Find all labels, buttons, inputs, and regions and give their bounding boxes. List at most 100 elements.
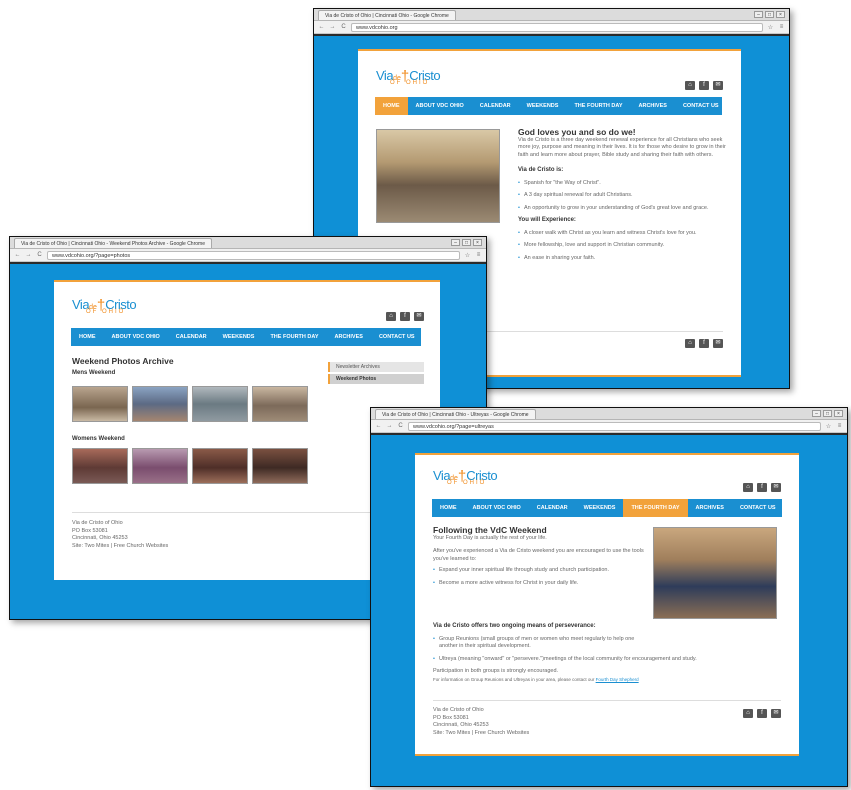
site-logo[interactable]: Viade†Cristo OF OHIO — [72, 296, 137, 315]
nav-archives[interactable]: ARCHIVES — [688, 499, 732, 517]
footer-site-credit[interactable]: Site: Two Mites | Free Church Websites — [433, 730, 529, 738]
nav-archives[interactable]: ARCHIVES — [631, 97, 675, 115]
address-bar[interactable]: www.vdcohio.org — [351, 22, 763, 32]
nav-about[interactable]: ABOUT VDC OHIO — [465, 499, 529, 517]
home-icon[interactable]: ⌂ — [743, 709, 753, 718]
mens-weekend-heading: Mens Weekend — [72, 369, 116, 376]
nav-about[interactable]: ABOUT VDC OHIO — [104, 328, 168, 346]
footer-po-box: PO Box 53081 — [433, 714, 469, 721]
mens-photo-4[interactable] — [252, 386, 308, 422]
star-icon[interactable]: ☆ — [464, 252, 471, 259]
nav-fourth-day[interactable]: THE FOURTH DAY — [623, 499, 688, 517]
info-text: For information on Group Reunions and Ul… — [433, 676, 639, 682]
browser-tab[interactable]: Via de Cristo of Ohio | Cincinnati Ohio … — [375, 408, 536, 419]
browser-toolbar: ← → C www.vdcohio.org/?page=ultreyas ☆ ≡ — [371, 420, 847, 433]
mail-icon[interactable]: ✉ — [414, 312, 424, 321]
menu-icon[interactable]: ≡ — [836, 423, 843, 429]
reload-icon[interactable]: C — [340, 24, 347, 30]
reload-icon[interactable]: C — [397, 423, 404, 429]
mail-icon[interactable]: ✉ — [713, 339, 723, 348]
nav-calendar[interactable]: CALENDAR — [472, 97, 519, 115]
browser-tab[interactable]: Via de Cristo of Ohio | Cincinnati Ohio … — [14, 237, 212, 248]
facebook-icon[interactable]: f — [699, 81, 709, 90]
sidebar-item-newsletter[interactable]: Newsletter Archives — [328, 362, 424, 372]
forward-icon[interactable]: → — [329, 24, 336, 30]
nav-home[interactable]: HOME — [432, 499, 465, 517]
home-icon[interactable]: ⌂ — [685, 81, 695, 90]
browser-window-ultreya: Via de Cristo of Ohio | Cincinnati Ohio … — [370, 407, 848, 787]
social-links: ⌂ f ✉ — [386, 312, 424, 321]
menu-icon[interactable]: ≡ — [778, 24, 785, 30]
forward-icon[interactable]: → — [386, 423, 393, 429]
footer-site-credit[interactable]: Site: Two Mites | Free Church Websites — [72, 543, 168, 551]
maximize-icon[interactable]: □ — [765, 11, 774, 18]
maximize-icon[interactable]: □ — [823, 410, 832, 417]
list-item: Group Reunions (small groups of men or w… — [433, 636, 653, 651]
womens-photo-2[interactable] — [132, 448, 188, 484]
minimize-icon[interactable]: – — [754, 11, 763, 18]
nav-weekends[interactable]: WEEKENDS — [519, 97, 567, 115]
mens-photo-3[interactable] — [192, 386, 248, 422]
womens-photo-3[interactable] — [192, 448, 248, 484]
site-logo[interactable]: Viade†Cristo OF OHIO — [433, 467, 498, 486]
forward-icon[interactable]: → — [25, 252, 32, 258]
facebook-icon[interactable]: f — [699, 339, 709, 348]
menu-icon[interactable]: ≡ — [475, 252, 482, 258]
reload-icon[interactable]: C — [36, 252, 43, 258]
nav-contact[interactable]: CONTACT US — [675, 97, 727, 115]
mens-photo-2[interactable] — [132, 386, 188, 422]
main-nav: HOME ABOUT VDC OHIO CALENDAR WEEKENDS TH… — [71, 328, 421, 346]
facebook-icon[interactable]: f — [400, 312, 410, 321]
close-icon[interactable]: × — [834, 410, 843, 417]
facebook-icon[interactable]: f — [757, 483, 767, 492]
home-icon[interactable]: ⌂ — [386, 312, 396, 321]
back-icon[interactable]: ← — [375, 423, 382, 429]
ultreya-lower-text: Via de Cristo offers two ongoing means o… — [433, 623, 779, 683]
star-icon[interactable]: ☆ — [825, 423, 832, 430]
nav-weekends[interactable]: WEEKENDS — [576, 499, 624, 517]
womens-photo-4[interactable] — [252, 448, 308, 484]
browser-tab[interactable]: Via de Cristo of Ohio | Cincinnati Ohio … — [318, 9, 456, 20]
home-icon[interactable]: ⌂ — [685, 339, 695, 348]
list-item: A 3 day spiritual renewal for adult Chri… — [518, 192, 730, 200]
home-icon[interactable]: ⌂ — [743, 483, 753, 492]
womens-photo-1[interactable] — [72, 448, 128, 484]
list-item: More fellowship, love and support in Chr… — [518, 242, 730, 250]
nav-calendar[interactable]: CALENDAR — [529, 499, 576, 517]
back-icon[interactable]: ← — [14, 252, 21, 258]
nav-about[interactable]: ABOUT VDC OHIO — [408, 97, 472, 115]
nav-home[interactable]: HOME — [375, 97, 408, 115]
minimize-icon[interactable]: – — [812, 410, 821, 417]
nav-contact[interactable]: CONTACT US — [371, 328, 423, 346]
nav-calendar[interactable]: CALENDAR — [168, 328, 215, 346]
footer-social-links: ⌂ f ✉ — [743, 709, 781, 718]
mens-photo-1[interactable] — [72, 386, 128, 422]
mail-icon[interactable]: ✉ — [771, 709, 781, 718]
titlebar: Via de Cristo of Ohio | Cincinnati Ohio … — [371, 408, 847, 420]
back-icon[interactable]: ← — [318, 24, 325, 30]
address-bar[interactable]: www.vdcohio.org/?page=ultreyas — [408, 421, 821, 431]
sidebar-item-weekend-photos[interactable]: Weekend Photos — [328, 374, 424, 384]
nav-fourth-day[interactable]: THE FOURTH DAY — [566, 97, 630, 115]
nav-archives[interactable]: ARCHIVES — [327, 328, 371, 346]
footer-city: Cincinnati, Ohio 45253 — [433, 722, 489, 728]
nav-weekends[interactable]: WEEKENDS — [215, 328, 263, 346]
nav-fourth-day[interactable]: THE FOURTH DAY — [262, 328, 326, 346]
mail-icon[interactable]: ✉ — [771, 483, 781, 492]
facebook-icon[interactable]: f — [757, 709, 767, 718]
tools-list: Expand your inner spiritual life through… — [433, 567, 651, 587]
list-item: Become a more active witness for Christ … — [433, 580, 651, 588]
maximize-icon[interactable]: □ — [462, 239, 471, 246]
star-icon[interactable]: ☆ — [767, 24, 774, 31]
nav-home[interactable]: HOME — [71, 328, 104, 346]
address-bar[interactable]: www.vdcohio.org/?page=photos — [47, 250, 460, 260]
mail-icon[interactable]: ✉ — [713, 81, 723, 90]
site-logo[interactable]: Viade†Cristo OF OHIO — [376, 67, 441, 86]
close-icon[interactable]: × — [776, 11, 785, 18]
nav-contact[interactable]: CONTACT US — [732, 499, 784, 517]
close-icon[interactable]: × — [473, 239, 482, 246]
list-item: An ease in sharing your faith. — [518, 255, 730, 263]
minimize-icon[interactable]: – — [451, 239, 460, 246]
browser-toolbar: ← → C www.vdcohio.org ☆ ≡ — [314, 21, 789, 34]
fourth-day-shepherd-link[interactable]: Fourth Day Shepherd — [596, 677, 639, 682]
